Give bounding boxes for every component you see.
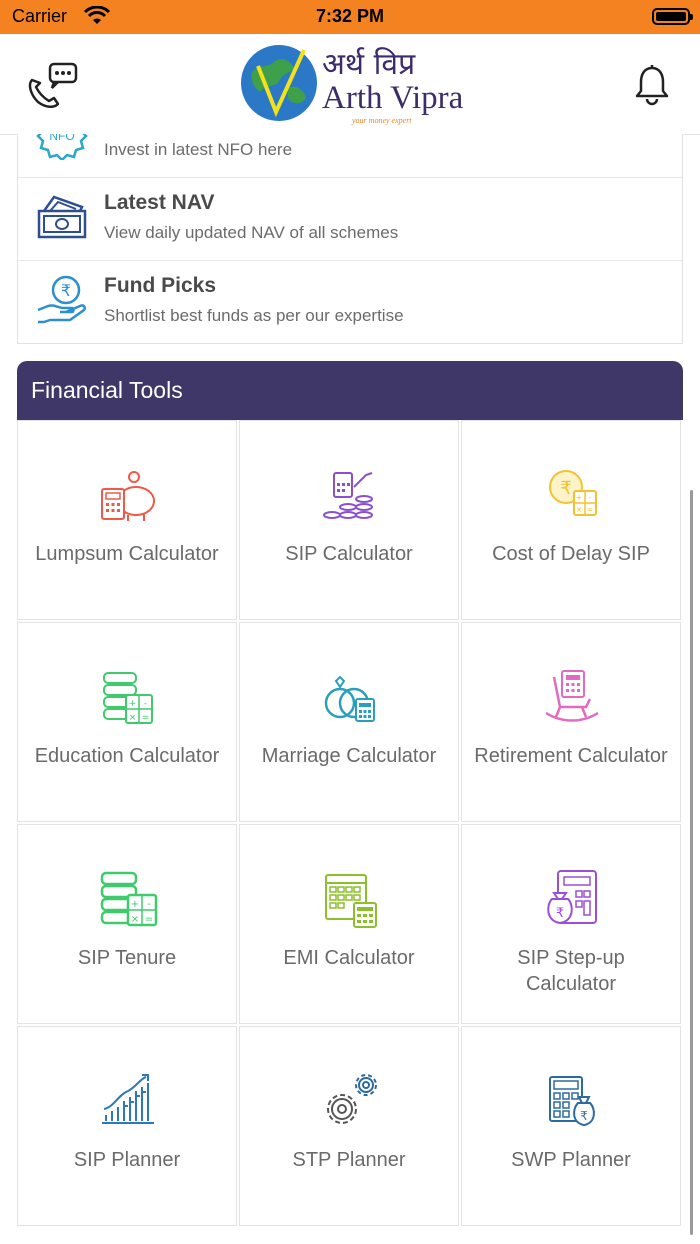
svg-text:×: ×: [576, 505, 583, 514]
battery-icon: [652, 8, 693, 25]
piggy-bank-calculator-icon: [98, 465, 158, 525]
svg-text:₹: ₹: [560, 478, 571, 499]
tool-label: SIP Calculator: [285, 543, 413, 565]
tool-swp-planner[interactable]: ₹ SWP Planner: [461, 1026, 681, 1226]
rupee-coin-calculator-icon: ₹ + - × =: [542, 465, 602, 525]
menu-item-latest-nav[interactable]: Latest NAV View daily updated NAV of all…: [18, 177, 682, 261]
financial-tools-header: Financial Tools: [17, 361, 683, 420]
banknotes-icon: [36, 191, 88, 243]
svg-text:=: =: [587, 505, 594, 514]
books-calculator-icon: + - × =: [98, 667, 158, 727]
svg-text:+: +: [131, 899, 139, 910]
logo-tagline: your money expert: [352, 116, 412, 125]
scrollbar[interactable]: [690, 490, 693, 1235]
status-bar: Carrier 7:32 PM: [0, 0, 700, 34]
money-bag-calculator-icon: ₹: [542, 869, 602, 929]
logo-english-text: Arth Vipra: [322, 80, 464, 116]
svg-text:-: -: [144, 699, 147, 709]
tool-marriage-calculator[interactable]: Marriage Calculator: [239, 622, 459, 822]
svg-text:+: +: [576, 493, 583, 502]
tool-label: Lumpsum Calculator: [35, 543, 219, 565]
books-calculator-icon: + - × =: [98, 869, 158, 929]
phone-chat-icon[interactable]: [26, 62, 78, 110]
menu-item-title: Latest NAV: [104, 191, 215, 214]
tool-education-calculator[interactable]: + - × = Education Calculator: [17, 622, 237, 822]
menu-item-title: Fund Picks: [104, 274, 217, 297]
tool-label: Marriage Calculator: [261, 745, 437, 767]
svg-text:-: -: [589, 493, 592, 502]
tool-label: SIP Tenure: [77, 947, 177, 969]
nfo-badge-icon: NFO: [36, 134, 88, 162]
logo-hindi-text: अर्थ विप्र: [322, 47, 416, 82]
menu-item-subtitle: Invest in latest NFO here: [104, 140, 293, 159]
tool-label: SIP Step-up Calculator: [517, 947, 625, 995]
svg-text:×: ×: [131, 914, 139, 925]
svg-text:=: =: [142, 713, 150, 723]
svg-text:-: -: [147, 899, 151, 910]
svg-text:NFO: NFO: [49, 134, 74, 143]
svg-text:₹: ₹: [580, 1109, 588, 1123]
calendar-calculator-icon: [320, 869, 380, 929]
menu-item-subtitle: View daily updated NAV of all schemes: [104, 223, 399, 242]
tool-retirement-calculator[interactable]: Retirement Calculator: [461, 622, 681, 822]
globe-logo-icon: [238, 42, 320, 124]
tool-sip-planner[interactable]: SIP Planner: [17, 1026, 237, 1226]
tool-sip-calculator[interactable]: SIP Calculator: [239, 420, 459, 620]
bell-icon[interactable]: [634, 64, 670, 106]
section-title: Financial Tools: [31, 377, 183, 403]
clock: 7:32 PM: [315, 6, 385, 26]
menu-item-fund-picks[interactable]: ₹ Fund Picks Shortlist best funds as per…: [18, 260, 682, 343]
tool-label: Education Calculator: [34, 745, 220, 767]
tool-label: EMI Calculator: [283, 947, 415, 969]
tool-stp-planner[interactable]: STP Planner: [239, 1026, 459, 1226]
menu-list: NFO Invest in latest NFO here Latest NAV…: [17, 134, 683, 344]
app-logo: अर्थ विप्र Arth Vipra your money expert: [238, 38, 468, 125]
tool-label: Retirement Calculator: [474, 745, 668, 767]
tool-emi-calculator[interactable]: EMI Calculator: [239, 824, 459, 1024]
svg-text:=: =: [145, 914, 153, 925]
rings-calculator-icon: [320, 667, 380, 727]
rocking-chair-calculator-icon: [542, 667, 602, 727]
svg-text:₹: ₹: [556, 906, 564, 921]
svg-text:+: +: [129, 699, 137, 709]
rupee-hand-icon: ₹: [36, 274, 88, 326]
calculator-rupee-bag-icon: ₹: [542, 1071, 602, 1131]
tool-label: SWP Planner: [511, 1149, 631, 1171]
svg-text:×: ×: [129, 713, 137, 723]
menu-item-subtitle: Shortlist best funds as per our expertis…: [104, 306, 404, 325]
menu-item-nfo[interactable]: NFO Invest in latest NFO here: [18, 134, 682, 178]
tool-sip-tenure[interactable]: + - × = SIP Tenure: [17, 824, 237, 1024]
tool-cost-of-delay-sip[interactable]: ₹ + - × = Cost of Delay SIP: [461, 420, 681, 620]
coins-growth-calculator-icon: [320, 465, 380, 525]
gears-icon: [320, 1071, 380, 1131]
svg-text:₹: ₹: [61, 281, 71, 300]
tool-label: SIP Planner: [73, 1149, 181, 1171]
app-header: अर्थ विप्र Arth Vipra your money expert: [0, 34, 700, 135]
tool-lumpsum-calculator[interactable]: Lumpsum Calculator: [17, 420, 237, 620]
tool-sip-stepup-calculator[interactable]: ₹ SIP Step-up Calculator: [461, 824, 681, 1024]
growth-bars-icon: [98, 1071, 158, 1131]
tool-label: Cost of Delay SIP: [492, 543, 650, 565]
tool-label: STP Planner: [292, 1149, 406, 1171]
